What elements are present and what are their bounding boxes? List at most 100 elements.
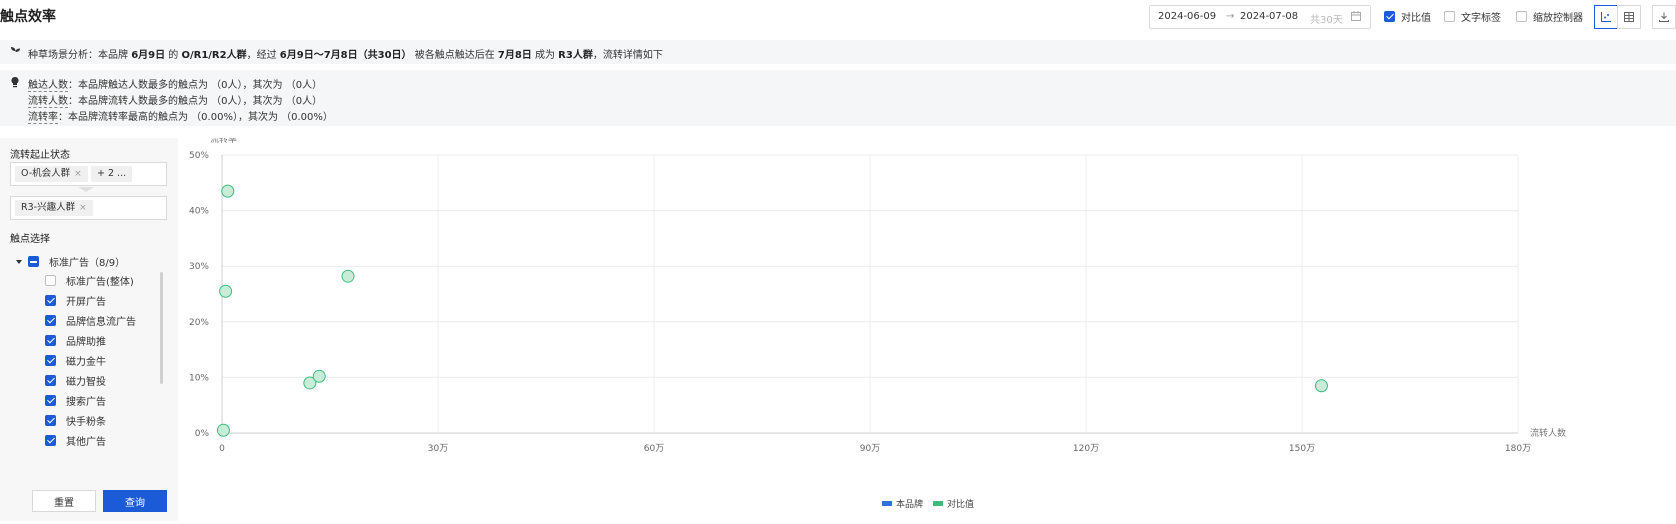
y-tick-label: 10% — [189, 373, 209, 383]
checkbox-icon[interactable] — [1444, 11, 1455, 22]
caret-down-icon[interactable] — [16, 259, 22, 265]
date-arrow-icon: → — [1226, 11, 1235, 22]
remove-tag-icon[interactable]: × — [79, 203, 87, 213]
y-tick-label: 30% — [189, 262, 209, 272]
checkbox-icon[interactable] — [45, 295, 56, 306]
checkbox-icon[interactable] — [45, 355, 56, 366]
data-point[interactable] — [312, 369, 326, 383]
table-icon — [1624, 12, 1634, 22]
legend-swatch — [933, 501, 943, 506]
checkbox-icon[interactable] — [1384, 11, 1395, 22]
checkbox-icon[interactable] — [45, 435, 56, 446]
scatter-view-button[interactable] — [1594, 5, 1618, 29]
seedling-icon — [10, 46, 21, 60]
indeterminate-checkbox[interactable] — [28, 256, 39, 267]
insight-line-flow: 流转人数：本品牌流转人数最多的触点为 （0人），其次为 （0人） — [28, 96, 323, 108]
date-start[interactable]: 2024-06-09 — [1158, 11, 1216, 22]
scatter-chart-icon — [1601, 12, 1611, 22]
checkbox-icon[interactable] — [45, 335, 56, 346]
legend-item-compare[interactable]: 对比值 — [933, 497, 974, 510]
tree-group-label: 标准广告（8/9） — [49, 258, 126, 269]
insight-line-rate: 流转率：本品牌流转率最高的触点为 （0.00%），其次为 （0.00%） — [28, 112, 333, 124]
y-axis-title: 流转率 — [210, 138, 237, 145]
x-tick-label: 0 — [219, 444, 225, 454]
zoom-control-checkbox[interactable]: 缩放控制器 — [1516, 9, 1583, 24]
tree-item[interactable]: 快手粉条 — [45, 413, 106, 428]
tree-item-label: 其他广告 — [66, 437, 106, 448]
y-tick-label: 20% — [189, 318, 209, 328]
x-tick-label: 150万 — [1289, 444, 1315, 454]
tree-item[interactable]: 搜索广告 — [45, 393, 106, 408]
download-icon — [1659, 12, 1669, 22]
x-tick-label: 180万 — [1505, 444, 1531, 454]
scatter-chart-svg: 0% 10% 20% 30% 40% 50% 0 30万 60万 90万 120万 150万 180万 流… — [189, 133, 1566, 454]
tree-item-label: 磁力智投 — [66, 377, 106, 388]
legend-swatch — [882, 501, 892, 506]
x-axis-title: 流转人数 — [1530, 427, 1566, 439]
checkbox-icon[interactable] — [45, 415, 56, 426]
tree-item[interactable]: 磁力金牛 — [45, 353, 106, 368]
download-button[interactable] — [1652, 5, 1676, 29]
tree-item[interactable]: 开屏广告 — [45, 293, 106, 308]
y-tick-label: 0% — [195, 429, 210, 439]
to-state-select[interactable]: R3-兴趣人群 × — [10, 196, 167, 220]
flow-arrow-icon — [78, 187, 94, 192]
data-point[interactable] — [341, 269, 355, 283]
checkbox-icon[interactable] — [45, 315, 56, 326]
y-tick-label: 50% — [189, 151, 209, 161]
x-tick-label: 30万 — [428, 444, 448, 454]
tree-scrollbar[interactable] — [160, 272, 163, 384]
touchpoint-title: 触点选择 — [10, 234, 50, 245]
filter-sidebar: 流转起止状态 O-机会人群 × + 2 ... R3-兴趣人群 × 触点选择 标准广… — [0, 138, 178, 521]
bulb-icon — [10, 76, 20, 91]
tree-item[interactable]: 品牌信息流广告 — [45, 313, 136, 328]
page-title: 触点效率 — [0, 9, 56, 25]
date-range-picker[interactable]: 2024-06-09 → 2024-07-08 共30天 — [1149, 5, 1371, 29]
legend-label: 对比值 — [947, 500, 975, 510]
from-state-tag[interactable]: O-机会人群 × — [15, 166, 88, 182]
checkbox-icon[interactable] — [45, 275, 56, 286]
compare-value-checkbox[interactable]: 对比值 — [1384, 9, 1431, 24]
query-button[interactable]: 查询 — [103, 490, 167, 512]
tree-item-label: 品牌信息流广告 — [66, 317, 136, 328]
data-point[interactable] — [221, 184, 235, 198]
calendar-icon[interactable] — [1350, 10, 1362, 25]
from-state-select[interactable]: O-机会人群 × + 2 ... — [10, 162, 167, 186]
data-point[interactable] — [216, 423, 230, 437]
insight-panel: 触达人数：本品牌触达人数最多的触点为 （0人），其次为 （0人） 流转人数：本品… — [0, 70, 1676, 126]
data-point[interactable] — [1314, 379, 1328, 393]
banner-text: 种草场景分析：本品牌 6月9日 的 O/R1/R2人群，经过 6月9日～7月8日… — [28, 50, 663, 61]
date-end[interactable]: 2024-07-08 — [1240, 11, 1298, 22]
date-span: 共30天 — [1310, 15, 1343, 26]
tree-item-label: 快手粉条 — [66, 417, 106, 428]
checkbox-icon[interactable] — [1516, 11, 1527, 22]
to-state-tag[interactable]: R3-兴趣人群 × — [15, 200, 93, 216]
legend-item-brand[interactable]: 本品牌 — [882, 497, 923, 510]
text-label-label: 文字标签 — [1461, 13, 1501, 24]
tree-item-label: 搜索广告 — [66, 397, 106, 408]
reset-button[interactable]: 重置 — [32, 490, 96, 512]
tree-item-label: 磁力金牛 — [66, 357, 106, 368]
tree-item[interactable]: 品牌助推 — [45, 333, 106, 348]
table-view-button[interactable] — [1617, 5, 1641, 29]
scatter-chart: 0% 10% 20% 30% 40% 50% 0 30万 60万 90万 120万 150万 180万 流… — [178, 133, 1676, 521]
x-tick-label: 90万 — [860, 444, 880, 454]
tree-item[interactable]: 标准广告(整体) — [45, 273, 134, 288]
checkbox-icon[interactable] — [45, 395, 56, 406]
tree-item[interactable]: 磁力智投 — [45, 373, 106, 388]
compare-value-label: 对比值 — [1401, 13, 1431, 24]
tree-group-standard-ads[interactable]: 标准广告（8/9） — [16, 254, 125, 269]
insight-line-reach: 触达人数：本品牌触达人数最多的触点为 （0人），其次为 （0人） — [28, 80, 323, 92]
tree-item-label: 开屏广告 — [66, 297, 106, 308]
tree-item[interactable]: 其他广告 — [45, 433, 106, 448]
text-label-checkbox[interactable]: 文字标签 — [1444, 9, 1501, 24]
tree-item-label: 品牌助推 — [66, 337, 106, 348]
x-tick-label: 60万 — [644, 444, 664, 454]
more-tags-badge[interactable]: + 2 ... — [91, 166, 133, 182]
remove-tag-icon[interactable]: × — [74, 169, 82, 179]
analysis-banner: 种草场景分析：本品牌 6月9日 的 O/R1/R2人群，经过 6月9日～7月8日… — [0, 40, 1676, 64]
zoom-control-label: 缩放控制器 — [1533, 13, 1583, 24]
flow-state-title: 流转起止状态 — [10, 150, 70, 161]
checkbox-icon[interactable] — [45, 375, 56, 386]
data-point[interactable] — [219, 284, 233, 298]
